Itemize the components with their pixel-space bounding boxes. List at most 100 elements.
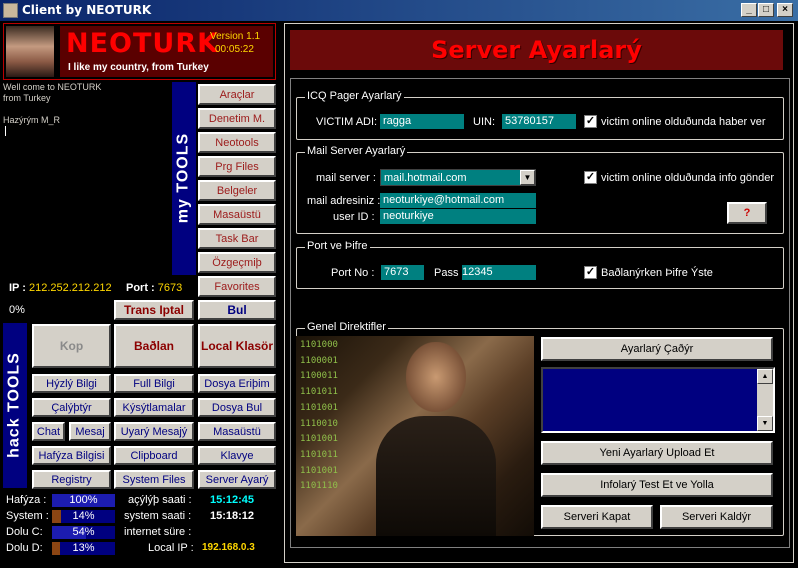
my-tools-button[interactable]: Özgeçmiþ — [198, 252, 276, 273]
serveri-kaldir-button[interactable]: Serveri Kaldýr — [660, 505, 773, 529]
hack-tool-button[interactable]: Registry — [32, 470, 111, 489]
scrollbar[interactable]: ▲ ▼ — [757, 369, 773, 431]
my-tools-label: my TOOLS — [174, 132, 192, 224]
binary-overlay: 1101000 1100001 1100011 1101011 1101001 11100… — [300, 338, 338, 495]
binary-line: 1100011 — [300, 371, 338, 382]
my-tools-button[interactable]: Neotools — [198, 132, 276, 153]
maximize-button[interactable]: □ — [758, 3, 774, 17]
hack-tool-button[interactable]: Clipboard — [114, 446, 194, 465]
binary-line: 1101001 — [300, 402, 338, 413]
port-row: Port : 7673 — [126, 282, 182, 294]
system-saati-label: system saati : — [124, 510, 192, 522]
port-no-label: Port No : — [331, 267, 375, 279]
scroll-down-icon[interactable]: ▼ — [757, 416, 773, 431]
my-tools-button[interactable]: Denetim M. — [198, 108, 276, 129]
hack-tool-button[interactable]: Chat — [32, 422, 65, 441]
ip-row: IP : 212.252.212.212 — [9, 282, 112, 294]
hafiza-value: 100% — [69, 494, 98, 506]
port-no-input[interactable]: 7673 — [381, 265, 424, 280]
my-tools-button[interactable]: Araçlar — [198, 84, 276, 105]
binary-line: 1101000 — [300, 340, 338, 350]
icq-notify-label: victim online olduðunda haber ver — [601, 116, 766, 128]
baglan-button[interactable]: Baðlan — [114, 324, 194, 368]
binary-line: 1110010 — [300, 418, 338, 429]
output-textarea[interactable]: ▲ ▼ — [541, 367, 775, 433]
brand-header: NEOTURK Version 1.1 00:05:22 I like my c… — [3, 23, 276, 80]
icq-notify-checkbox[interactable]: ✓ — [584, 115, 597, 128]
password-required-checkbox[interactable]: ✓ — [584, 266, 597, 279]
app-icon[interactable] — [3, 3, 18, 18]
mail-server-label: mail server : — [316, 172, 376, 184]
hack-tool-button[interactable]: Mesaj — [69, 422, 111, 441]
slogan-text: I like my country, from Turkey — [68, 62, 209, 73]
binary-line: 1101011 — [300, 387, 338, 398]
server-header: Server Ayarlarý — [290, 30, 783, 70]
icq-group-title: ICQ Pager Ayarlarý — [305, 90, 404, 102]
port-label: Port : — [126, 282, 155, 294]
hack-tool-button[interactable]: Klavye — [198, 446, 276, 465]
chevron-down-icon[interactable]: ▼ — [520, 170, 535, 185]
dolu-c-bar: 54% — [52, 526, 115, 539]
bul-button[interactable]: Bul — [198, 300, 276, 320]
hack-tool-button[interactable]: Kýsýtlamalar — [114, 398, 194, 417]
hack-tool-button[interactable]: Çalýþtýr — [32, 398, 111, 417]
trans-iptal-button[interactable]: Trans Iptal — [114, 300, 194, 320]
mail-notify-checkbox[interactable]: ✓ — [584, 171, 597, 184]
mail-server-value: mail.hotmail.com — [384, 172, 467, 184]
victim-input[interactable]: ragga — [380, 114, 464, 129]
my-tools-button[interactable]: Belgeler — [198, 180, 276, 201]
kop-button[interactable]: Kop — [32, 324, 111, 368]
my-tools-label-panel: my TOOLS — [172, 82, 196, 275]
my-tools-button[interactable]: Masaüstü — [198, 204, 276, 225]
ayarlari-cagir-button[interactable]: Ayarlarý Çaðýr — [541, 337, 773, 361]
my-tools-button[interactable]: Prg Files — [198, 156, 276, 177]
hack-tool-button[interactable]: Dosya Bul — [198, 398, 276, 417]
title-bar: Client by NEOTURK _ □ × — [0, 0, 798, 21]
brand-panel: NEOTURK Version 1.1 00:05:22 I like my c… — [60, 26, 273, 77]
port-group-title: Port ve Þifre — [305, 240, 370, 252]
hack-tool-button[interactable]: Server Ayarý — [198, 470, 276, 489]
scroll-up-icon[interactable]: ▲ — [757, 369, 773, 384]
test-button[interactable]: Infolarý Test Et ve Yolla — [541, 473, 773, 497]
progress-percent: 0% — [9, 304, 25, 316]
serveri-kapat-button[interactable]: Serveri Kapat — [541, 505, 653, 529]
server-header-title: Server Ayarlarý — [431, 36, 642, 64]
hack-tools-label-panel: hack TOOLS — [3, 323, 27, 488]
hack-tool-button[interactable]: Hafýza Bilgisi — [32, 446, 111, 465]
mail-server-select[interactable]: mail.hotmail.com ▼ — [380, 169, 536, 186]
close-button[interactable]: × — [777, 3, 793, 17]
pass-input[interactable]: 12345 — [462, 265, 536, 280]
dolud-label: Dolu D: — [6, 542, 43, 554]
my-tools-button[interactable]: Favorites — [198, 276, 276, 297]
brand-name: NEOTURK — [66, 28, 220, 59]
mail-address-input[interactable]: neoturkiye@hotmail.com — [380, 193, 536, 208]
victim-label: VICTIM ADI: — [316, 116, 378, 128]
my-tools-button[interactable]: Task Bar — [198, 228, 276, 249]
hack-tool-button[interactable]: Uyarý Mesajý — [114, 422, 194, 441]
local-klasor-button[interactable]: Local Klasör — [198, 324, 276, 368]
port-value: 7673 — [157, 282, 183, 294]
doluc-value: 54% — [72, 526, 95, 538]
localip-value: 192.168.0.3 — [202, 542, 255, 553]
hack-tool-button[interactable]: System Files — [114, 470, 194, 489]
upload-button[interactable]: Yeni Ayarlarý Upload Et — [541, 441, 773, 465]
hack-tool-button[interactable]: Dosya Eriþim — [198, 374, 276, 393]
internet-label: internet süre : — [124, 526, 192, 538]
minimize-button[interactable]: _ — [741, 3, 757, 17]
hack-tool-button[interactable]: Masaüstü — [198, 422, 276, 441]
uin-label: UIN: — [473, 116, 495, 128]
mail-notify-label: victim online olduðunda info gönder — [601, 172, 775, 184]
hack-tools-label: hack TOOLS — [5, 352, 23, 458]
log-line: Hazýrým M_R — [3, 115, 61, 125]
avatar — [6, 26, 54, 77]
genel-group-title: Genel Direktifler — [305, 321, 388, 333]
hack-tool-button[interactable]: Hýzlý Bilgi — [32, 374, 111, 393]
hack-tool-button[interactable]: Full Bilgi — [114, 374, 194, 393]
user-id-input[interactable]: neoturkiye — [380, 209, 536, 224]
uin-input[interactable]: 53780157 — [502, 114, 576, 129]
pass-label: Pass : — [434, 267, 465, 279]
help-button[interactable]: ? — [727, 202, 767, 224]
uptime-text: 00:05:22 — [215, 44, 254, 55]
log-area[interactable]: Well come to NEOTURK from Turkey Hazýrým… — [3, 82, 171, 275]
system-saati-value: 15:18:12 — [210, 510, 255, 522]
